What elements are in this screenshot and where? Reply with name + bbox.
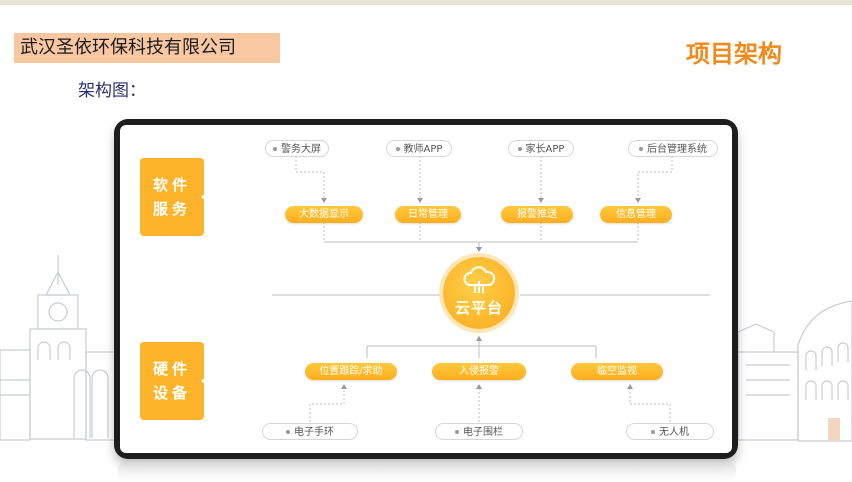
arrow-icon — [201, 377, 206, 385]
software-module: 报警推送 — [501, 206, 573, 223]
cloud-icon — [463, 266, 496, 293]
hardware-module: 临空监视 — [571, 363, 663, 380]
arrow-icon — [201, 193, 206, 201]
client-pill: 家长APP — [508, 140, 574, 157]
device-label: 无人机 — [659, 427, 689, 438]
hardware-module: 入侵报警 — [432, 363, 526, 380]
software-services-label: 软件服务 — [152, 176, 191, 218]
software-module: 大数据显示 — [285, 206, 363, 223]
client-pill: 后台管理系统 — [628, 140, 718, 157]
client-label: 后台管理系统 — [647, 144, 707, 155]
client-label: 教师APP — [403, 144, 443, 155]
client-label: 家长APP — [525, 144, 565, 155]
client-pill: 教师APP — [386, 140, 452, 157]
client-pill: 警务大屏 — [265, 140, 329, 157]
device-label: 电子手环 — [294, 427, 334, 438]
bullet-icon — [517, 147, 522, 151]
cloud-platform: 云平台 — [443, 257, 515, 329]
device-label: 电子围栏 — [463, 427, 503, 438]
hardware-devices-label: 硬件设备 — [152, 360, 191, 402]
device-pill: 电子手环 — [262, 423, 358, 440]
cloud-platform-label: 云平台 — [454, 299, 503, 317]
software-module: 日常管理 — [395, 206, 461, 223]
bullet-icon — [273, 147, 277, 151]
hardware-module: 位置跟踪/求助 — [305, 363, 397, 380]
bullet-icon — [286, 430, 290, 434]
bullet-icon — [395, 147, 400, 151]
bullet-icon — [651, 430, 655, 434]
bullet-icon — [455, 430, 459, 434]
hardware-devices-block: 硬件设备 — [140, 342, 206, 420]
device-pill: 电子围栏 — [435, 423, 523, 440]
connector-lines — [272, 156, 710, 422]
software-module: 信息管理 — [600, 206, 672, 223]
bullet-icon — [639, 147, 643, 151]
software-services-block: 软件服务 — [140, 158, 206, 236]
device-pill: 无人机 — [626, 423, 714, 440]
client-label: 警务大屏 — [281, 144, 321, 155]
